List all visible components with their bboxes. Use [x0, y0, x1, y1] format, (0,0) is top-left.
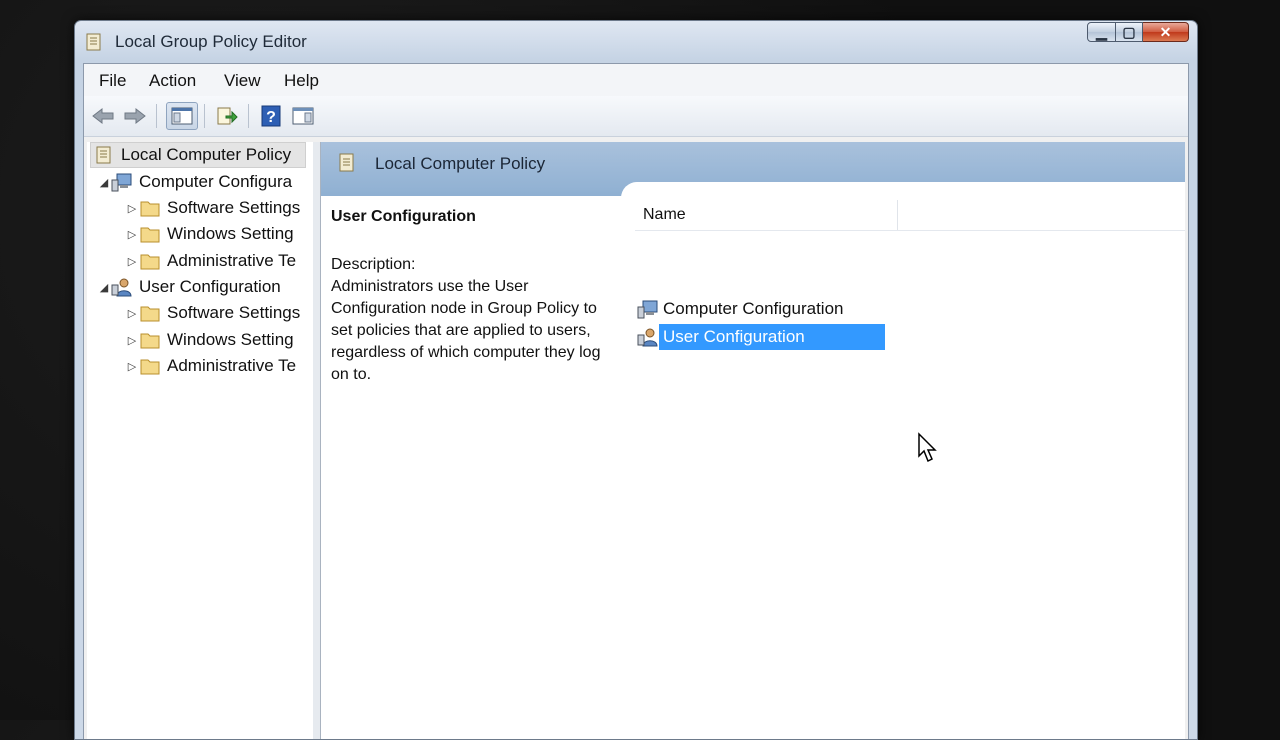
console-tree: Local Computer Policy ◢ Computer Configu…	[87, 142, 314, 739]
back-arrow-icon	[92, 107, 114, 125]
folder-icon	[140, 227, 160, 243]
client-area: File Action View Help ? Local Computer P…	[83, 63, 1189, 739]
menu-file[interactable]: File	[99, 71, 126, 91]
expand-arrow-icon[interactable]: ▷	[125, 255, 139, 268]
close-button[interactable]: ✕	[1143, 22, 1189, 42]
expand-arrow-icon[interactable]: ▷	[125, 202, 139, 215]
window-title: Local Group Policy Editor	[115, 32, 307, 51]
tree-item-label: User Configuration	[139, 277, 281, 296]
expand-arrow-icon[interactable]: ▷	[125, 228, 139, 241]
tree-item-local-computer-policy[interactable]: Local Computer Policy	[90, 142, 306, 168]
mouse-cursor-icon	[918, 432, 937, 463]
collapse-arrow-icon[interactable]: ◢	[97, 176, 111, 189]
details-pane: Local Computer Policy User Configuration…	[321, 142, 1185, 739]
folder-icon	[140, 306, 160, 322]
toolbar: ?	[84, 96, 1188, 137]
svg-text:?: ?	[266, 109, 276, 126]
app-window: Local Group Policy Editor ▁ ▢ ✕ File Act…	[74, 20, 1198, 740]
description-label: Description:	[331, 256, 416, 273]
tree-item-administrative-templates[interactable]: ▷ Administrative Te	[125, 353, 296, 379]
folder-icon	[140, 359, 160, 375]
computer-icon	[637, 300, 658, 319]
tree-item-label: Computer Configura	[139, 172, 293, 191]
tree-item-windows-settings[interactable]: ▷ Windows Setting	[125, 221, 294, 247]
pane-splitter[interactable]	[313, 142, 321, 739]
column-divider[interactable]	[897, 200, 898, 230]
show-hide-tree-button[interactable]	[166, 102, 198, 130]
tree-item-software-settings[interactable]: ▷ Software Settings	[125, 300, 300, 326]
export-list-button[interactable]	[214, 103, 240, 129]
expand-arrow-icon[interactable]: ▷	[125, 360, 139, 373]
tree-item-label: Administrative Te	[167, 251, 297, 270]
menu-bar: File Action View Help	[84, 64, 1188, 96]
folder-icon	[140, 254, 160, 270]
help-icon: ?	[261, 105, 281, 127]
tree-item-label: Software Settings	[167, 198, 301, 217]
tree-item-label: Windows Setting	[167, 330, 294, 349]
folder-icon	[140, 333, 160, 349]
user-icon	[111, 278, 132, 297]
folder-icon	[140, 201, 160, 217]
user-icon	[637, 328, 658, 347]
policy-scroll-icon	[96, 146, 111, 164]
header-band-edge	[321, 196, 621, 202]
maximize-icon: ▢	[1122, 23, 1136, 40]
description-text: Administrators use the User Configuratio…	[331, 278, 601, 383]
description-pane: User Configuration Description: Administ…	[331, 206, 621, 386]
tree-item-label: Windows Setting	[167, 224, 294, 243]
tree-item-computer-configuration[interactable]: ◢ Computer Configura	[97, 169, 292, 195]
menu-action[interactable]: Action	[149, 71, 196, 91]
title-bar[interactable]: Local Group Policy Editor ▁ ▢ ✕	[75, 21, 1197, 61]
list-header: Name	[635, 200, 1185, 231]
tree-item-label: Local Computer Policy	[121, 145, 292, 164]
collapse-arrow-icon[interactable]: ◢	[97, 281, 111, 294]
forward-arrow-icon	[124, 107, 146, 125]
toolbar-separator	[156, 104, 157, 128]
details-title: Local Computer Policy	[375, 154, 546, 173]
minimize-button[interactable]: ▁	[1087, 22, 1116, 42]
toolbar-separator	[204, 104, 205, 128]
tree-item-label: Administrative Te	[167, 356, 297, 375]
list-item-computer-configuration[interactable]: Computer Configuration	[637, 296, 843, 322]
tree-item-user-configuration[interactable]: ◢ User Configuration	[97, 274, 281, 300]
policy-scroll-icon	[339, 153, 354, 172]
help-button[interactable]: ?	[258, 103, 284, 129]
expand-arrow-icon[interactable]: ▷	[125, 334, 139, 347]
policy-scroll-icon	[86, 33, 101, 51]
show-action-pane-button[interactable]	[290, 103, 316, 129]
list-item-label: Computer Configuration	[663, 299, 844, 318]
minimize-icon: ▁	[1096, 23, 1107, 40]
view-tab	[621, 182, 1185, 202]
export-icon	[217, 107, 238, 125]
action-pane-icon	[292, 107, 314, 125]
tree-item-label: Software Settings	[167, 303, 301, 322]
tree-item-software-settings[interactable]: ▷ Software Settings	[125, 195, 300, 221]
menu-view[interactable]: View	[224, 71, 261, 91]
tree-item-windows-settings[interactable]: ▷ Windows Setting	[125, 327, 294, 353]
caption-buttons: ▁ ▢ ✕	[1087, 22, 1189, 42]
tree-item-administrative-templates[interactable]: ▷ Administrative Te	[125, 248, 296, 274]
console-tree-icon	[171, 107, 193, 125]
back-button[interactable]	[90, 103, 116, 129]
forward-button[interactable]	[122, 103, 148, 129]
expand-arrow-icon[interactable]: ▷	[125, 307, 139, 320]
list-item-user-configuration[interactable]: User Configuration	[637, 324, 885, 350]
computer-icon	[111, 173, 132, 192]
list-item-label-selected: User Configuration	[659, 324, 885, 350]
toolbar-separator	[248, 104, 249, 128]
close-icon: ✕	[1159, 23, 1172, 40]
description-title: User Configuration	[331, 208, 476, 225]
maximize-button[interactable]: ▢	[1116, 22, 1143, 42]
menu-help[interactable]: Help	[284, 71, 319, 91]
column-header-name[interactable]: Name	[643, 206, 686, 224]
